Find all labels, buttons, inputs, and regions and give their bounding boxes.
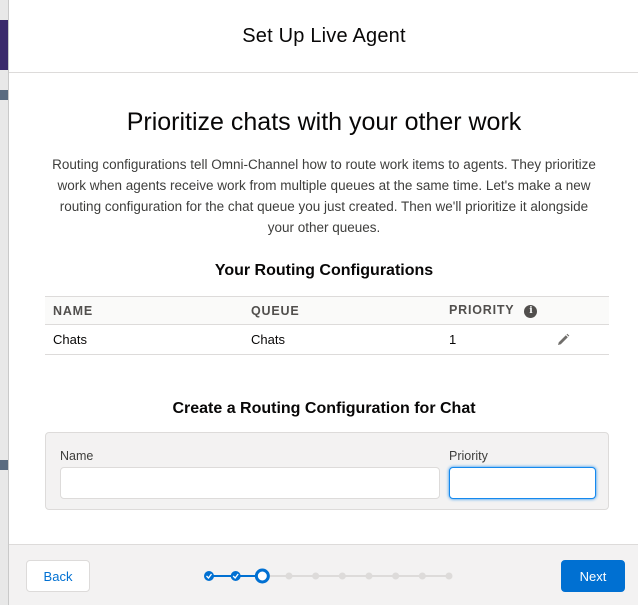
column-header-queue: QUEUE: [243, 296, 441, 325]
background-header-strip: [0, 20, 8, 70]
progress-step-incomplete[interactable]: [312, 572, 320, 580]
priority-input[interactable]: [449, 467, 596, 499]
column-header-priority-label: PRIORITY: [449, 303, 515, 318]
progress-step-incomplete[interactable]: [365, 572, 373, 580]
background-element: [0, 460, 8, 470]
routing-configurations-title: Your Routing Configurations: [214, 262, 434, 279]
modal-content: Prioritize chats with your other work Ro…: [9, 74, 638, 544]
create-configuration-title: Create a Routing Configuration for Chat: [172, 400, 476, 417]
modal-footer: Back Next: [9, 544, 638, 605]
row-queue-cell: Chats: [243, 324, 441, 355]
table-row: Chats Chats 1: [45, 324, 609, 355]
table-header-row: NAME QUEUE PRIORITY i: [45, 296, 609, 325]
routing-configurations-table: NAME QUEUE PRIORITY i Chats Chats 1: [45, 296, 609, 355]
back-button[interactable]: Back: [26, 560, 90, 592]
priority-label: Priority: [449, 449, 488, 463]
progress-step-incomplete[interactable]: [392, 572, 400, 580]
setup-modal: Set Up Live Agent Prioritize chats with …: [8, 0, 638, 605]
progress-step-complete[interactable]: [230, 571, 241, 581]
page-description: Routing configurations tell Omni-Channel…: [52, 157, 596, 235]
name-input[interactable]: [60, 467, 440, 499]
progress-step-current[interactable]: [254, 568, 270, 584]
column-header-priority: PRIORITY i: [441, 296, 551, 325]
row-actions-cell: [551, 324, 609, 355]
progress-step-incomplete[interactable]: [338, 572, 346, 580]
modal-header: Set Up Live Agent: [9, 0, 638, 73]
progress-indicator: [204, 568, 453, 584]
modal-title: Set Up Live Agent: [242, 24, 406, 47]
column-header-actions: [551, 296, 609, 325]
progress-step-complete[interactable]: [204, 571, 214, 581]
progress-step-incomplete[interactable]: [445, 572, 453, 580]
progress-step-incomplete[interactable]: [285, 572, 293, 580]
info-icon[interactable]: i: [524, 304, 538, 318]
name-label: Name: [60, 449, 94, 463]
row-priority-cell: 1: [441, 324, 551, 355]
page-title: Prioritize chats with your other work: [126, 108, 522, 136]
pencil-icon[interactable]: [555, 332, 571, 348]
create-configuration-form: Name Priority: [45, 432, 609, 510]
column-header-name: NAME: [45, 296, 243, 325]
background-page: [0, 0, 8, 605]
progress-step-incomplete[interactable]: [418, 572, 426, 580]
background-element: [0, 90, 8, 100]
row-name-cell: Chats: [45, 324, 243, 355]
next-button[interactable]: Next: [561, 560, 625, 592]
